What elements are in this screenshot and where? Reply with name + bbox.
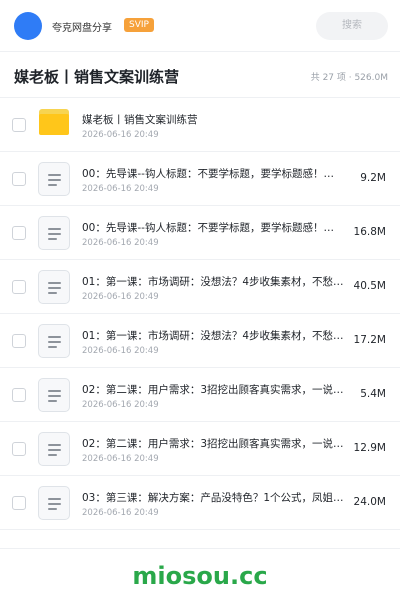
file-date: 2026-06-16 20:49: [82, 400, 159, 410]
app-header: 夸克网盘分享 SVIP 搜索: [0, 0, 400, 52]
file-name: 00：先导课--钩人标题：不要学标题，要学标题感！…: [82, 222, 334, 234]
document-icon: [38, 432, 70, 466]
document-icon: [38, 378, 70, 412]
file-name: 02：第二课：用户需求：3招挖出顾客真实需求，一说…: [82, 438, 344, 450]
file-row[interactable]: 02：第二课：用户需求：3招挖出顾客真实需求，一说… 2026-06-16 20…: [0, 368, 400, 422]
document-icon: [38, 216, 70, 250]
file-row[interactable]: 02：第二课：用户需求：3招挖出顾客真实需求，一说… 2026-06-16 20…: [0, 422, 400, 476]
file-row-folder[interactable]: 媒老板丨销售文案训练营 2026-06-16 20:49: [0, 98, 400, 152]
file-date: 2026-06-16 20:49: [82, 454, 159, 464]
file-row[interactable]: 00：先导课--钩人标题：不要学标题，要学标题感！… 2026-06-16 20…: [0, 152, 400, 206]
row-checkbox[interactable]: [12, 226, 26, 240]
row-checkbox[interactable]: [12, 118, 26, 132]
file-list: 媒老板丨销售文案训练营 2026-06-16 20:49 00：先导课--钩人标…: [0, 98, 400, 530]
svip-badge: SVIP: [124, 18, 154, 32]
page-title: 媒老板丨销售文案训练营: [14, 68, 180, 86]
document-icon: [38, 162, 70, 196]
file-date: 2026-06-16 20:49: [82, 184, 159, 194]
document-icon: [38, 324, 70, 358]
file-row[interactable]: 01：第一课：市场调研：没想法？4步收集素材，不愁… 2026-06-16 20…: [0, 260, 400, 314]
file-size: 16.8M: [353, 226, 386, 238]
file-row[interactable]: 01：第一课：市场调研：没想法？4步收集素材，不愁… 2026-06-16 20…: [0, 314, 400, 368]
file-row[interactable]: 00：先导课--钩人标题：不要学标题，要学标题感！… 2026-06-16 20…: [0, 206, 400, 260]
file-size: 40.5M: [353, 280, 386, 292]
file-name: 01：第一课：市场调研：没想法？4步收集素材，不愁…: [82, 276, 344, 288]
document-icon: [38, 486, 70, 520]
avatar[interactable]: [14, 12, 42, 40]
watermark: miosou.cc: [132, 562, 268, 590]
row-checkbox[interactable]: [12, 334, 26, 348]
file-size: 9.2M: [360, 172, 386, 184]
file-size: 5.4M: [360, 388, 386, 400]
file-name: 媒老板丨销售文案训练营: [82, 114, 198, 126]
file-name: 02：第二课：用户需求：3招挖出顾客真实需求，一说…: [82, 384, 344, 396]
file-size: 12.9M: [353, 442, 386, 454]
file-date: 2026-06-16 20:49: [82, 130, 159, 140]
file-name: 00：先导课--钩人标题：不要学标题，要学标题感！…: [82, 168, 334, 180]
file-size: 24.0M: [353, 496, 386, 508]
row-checkbox[interactable]: [12, 442, 26, 456]
file-name: 01：第一课：市场调研：没想法？4步收集素材，不愁…: [82, 330, 344, 342]
footer-divider: [0, 548, 400, 549]
file-size: 17.2M: [353, 334, 386, 346]
file-date: 2026-06-16 20:49: [82, 508, 159, 518]
folder-title-bar: 媒老板丨销售文案训练营 共 27 项 · 526.0M: [0, 52, 400, 98]
file-row[interactable]: 03：第三课：解决方案：产品没特色？1个公式，凤姐… 2026-06-16 20…: [0, 476, 400, 530]
row-checkbox[interactable]: [12, 496, 26, 510]
file-date: 2026-06-16 20:49: [82, 292, 159, 302]
file-name: 03：第三课：解决方案：产品没特色？1个公式，凤姐…: [82, 492, 344, 504]
search-input[interactable]: 搜索: [316, 12, 388, 40]
folder-icon: [39, 109, 69, 135]
file-date: 2026-06-16 20:49: [82, 346, 159, 356]
folder-meta: 共 27 项 · 526.0M: [310, 73, 388, 83]
document-icon: [38, 270, 70, 304]
app-name: 夸克网盘分享: [52, 23, 112, 34]
row-checkbox[interactable]: [12, 172, 26, 186]
file-date: 2026-06-16 20:49: [82, 238, 159, 248]
row-checkbox[interactable]: [12, 280, 26, 294]
row-checkbox[interactable]: [12, 388, 26, 402]
